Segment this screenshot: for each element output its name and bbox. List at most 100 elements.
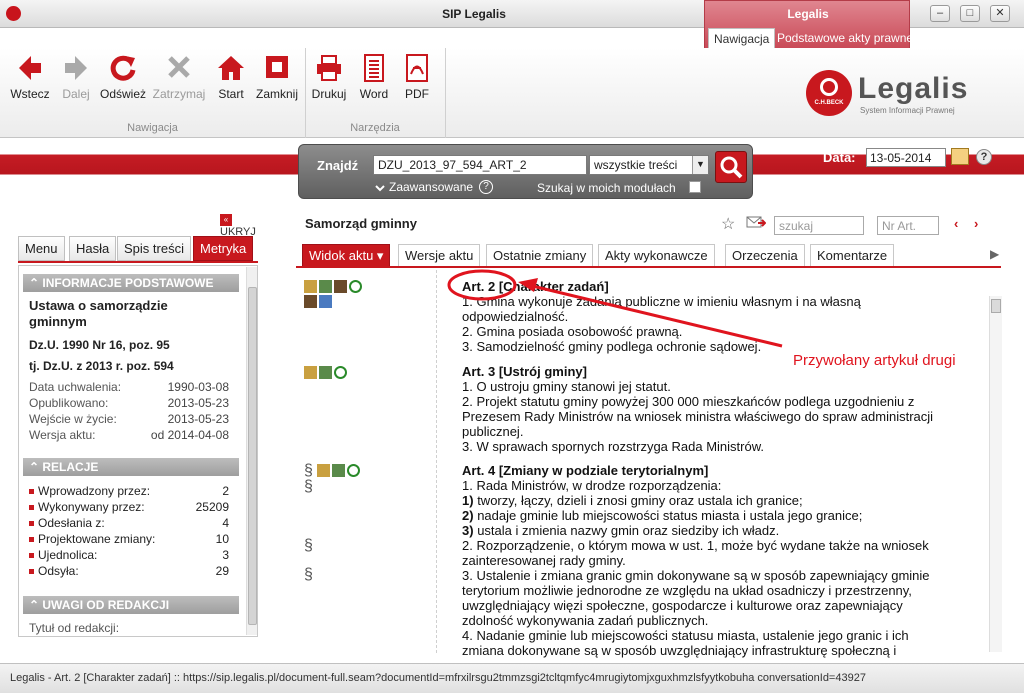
search-panel: Znajdź DZU_2013_97_594_ART_2 wszystkie t… — [298, 144, 753, 199]
ribbon-separator — [445, 48, 446, 138]
search-button[interactable] — [715, 151, 747, 183]
section-header-basic[interactable]: ⌃ INFORMACJE PODSTAWOWE — [23, 274, 239, 292]
forward-button[interactable]: Dalej — [56, 54, 96, 106]
start-button-label: Start — [218, 87, 244, 101]
relation-row[interactable]: Ujednolica: 3 — [29, 548, 229, 562]
tab-hasla[interactable]: Hasła — [69, 236, 117, 261]
close-button[interactable]: Zamknij — [256, 54, 298, 106]
stop-x-icon — [168, 56, 190, 78]
scrollbar-thumb[interactable] — [991, 299, 1001, 313]
start-button[interactable]: Start — [212, 54, 250, 106]
tab-menu[interactable]: Menu — [18, 236, 65, 261]
stop-button[interactable]: Zatrzymaj — [152, 54, 206, 106]
left-panel-scrollbar[interactable] — [246, 267, 257, 635]
effective-row: Wejście w życie: 2013-05-23 — [29, 412, 229, 426]
article-icons — [304, 365, 349, 380]
back-button[interactable]: Wstecz — [8, 54, 52, 106]
clock-icon[interactable] — [334, 366, 347, 380]
minimize-button[interactable]: – — [930, 5, 950, 22]
article-heading[interactable]: Art. 4 [Zmiany w podziale terytorialnym] — [462, 463, 982, 478]
tab-akty-wykonawcze[interactable]: Akty wykonawcze — [598, 244, 715, 267]
tab-ostatnie-zmiany[interactable]: Ostatnie zmiany — [486, 244, 594, 267]
books-icon[interactable] — [319, 366, 332, 380]
scales-icon[interactable] — [317, 464, 331, 478]
back-button-label: Wstecz — [10, 87, 50, 101]
date-input[interactable]: 13-05-2014 — [866, 148, 946, 167]
stamp-icon[interactable] — [334, 280, 347, 294]
section-header-relations[interactable]: ⌃ RELACJE — [23, 458, 239, 476]
tab-spis-tresci[interactable]: Spis treści — [117, 236, 191, 261]
forward-arrow-icon — [65, 56, 87, 80]
my-modules-label: Szukaj w moich modułach — [537, 181, 676, 195]
clock-icon[interactable] — [349, 280, 362, 294]
help-icon[interactable]: ? — [976, 149, 992, 165]
question-icon[interactable]: ? — [479, 180, 493, 194]
clock-icon[interactable] — [347, 464, 361, 478]
group-label-nawigacja: Nawigacja — [127, 122, 178, 134]
tab-metryka[interactable]: Metryka — [193, 236, 254, 261]
chevron-down-icon[interactable]: ▼ — [692, 156, 708, 174]
refresh-button[interactable]: Odśwież — [100, 54, 146, 106]
relation-label: Ujednolica: — [38, 548, 98, 562]
article-line: 3. Ustalenie i zmiana granic gmin dokony… — [462, 568, 930, 583]
scales-icon[interactable] — [304, 280, 317, 294]
date-adopted-label: Data uchwalenia: — [29, 380, 122, 394]
relation-label: Odsyła: — [38, 564, 79, 578]
print-button[interactable]: Drukuj — [310, 54, 348, 106]
paragraph-icon[interactable]: § — [304, 462, 313, 479]
effective-value: 2013-05-23 — [167, 412, 229, 426]
next-icon[interactable]: › — [974, 216, 978, 231]
search-input[interactable]: DZU_2013_97_594_ART_2 — [373, 155, 587, 175]
hide-panel-button[interactable]: «UKRYJ — [220, 214, 268, 238]
tab-orzeczenia[interactable]: Orzeczenia — [725, 244, 805, 267]
pdf-button[interactable]: PDF — [400, 54, 434, 106]
gavel-icon[interactable] — [304, 295, 317, 309]
star-icon[interactable]: ☆ — [721, 214, 735, 234]
ribbon-tab-podstawowe-akty[interactable]: Podstawowe akty prawne — [772, 28, 918, 48]
paragraph-icon[interactable]: § — [304, 537, 313, 555]
article-line: 3. W sprawach spornych rozstrzyga Rada M… — [462, 439, 764, 454]
article-point: 1) tworzy, łączy, dzieli i znosi gminy o… — [462, 493, 982, 508]
paragraph-icon[interactable]: § — [304, 478, 313, 496]
ribbon-tab-nawigacja[interactable]: Nawigacja — [708, 28, 776, 48]
advanced-search-link[interactable]: Zaawansowane — [389, 180, 473, 194]
books-icon[interactable] — [319, 280, 332, 294]
relation-row[interactable]: Odsyła: 29 — [29, 564, 229, 578]
maximize-button[interactable]: □ — [960, 5, 980, 22]
article-line: 4. Nadanie gminie lub miejscowości statu… — [462, 628, 909, 643]
relation-row[interactable]: Odesłania z: 4 — [29, 516, 229, 530]
relation-row[interactable]: Wykonywany przez: 25209 — [29, 500, 229, 514]
my-modules-checkbox[interactable] — [689, 181, 701, 193]
document-scrollbar[interactable] — [989, 296, 1002, 652]
mail-icon[interactable] — [746, 214, 767, 233]
effective-label: Wejście w życie: — [29, 412, 117, 426]
article-line: terytorium możliwie jednorodne ze względ… — [462, 583, 912, 598]
tab-komentarze[interactable]: Komentarze — [810, 244, 895, 267]
paragraph-icon[interactable]: § — [304, 566, 313, 584]
search-scope-select[interactable]: wszystkie treści — [589, 155, 709, 175]
more-tabs-icon[interactable]: ▶ — [990, 247, 999, 261]
status-bar: Legalis - Art. 2 [Charakter zadań] :: ht… — [0, 663, 1024, 693]
relation-count: 10 — [215, 532, 229, 546]
previous-icon[interactable]: ‹ — [954, 216, 958, 231]
calendar-icon[interactable] — [951, 148, 969, 165]
tab-wersje-aktu[interactable]: Wersje aktu — [398, 244, 481, 267]
back-arrow-icon — [19, 56, 41, 80]
books-icon[interactable] — [332, 464, 346, 478]
article-line: publicznej. — [462, 424, 524, 439]
date-adopted-row: Data uchwalenia: 1990-03-08 — [29, 380, 229, 394]
highlight-ellipse — [447, 269, 517, 301]
relation-row[interactable]: Wprowadzony przez: 2 — [29, 484, 229, 498]
relation-row[interactable]: Projektowane zmiany: 10 — [29, 532, 229, 546]
close-window-button[interactable]: ✕ — [990, 5, 1010, 22]
section-header-notes[interactable]: ⌃ UWAGI OD REDAKCJI — [23, 596, 239, 614]
scales-icon[interactable] — [304, 366, 317, 380]
article-number-input[interactable]: Nr Art. — [877, 216, 939, 235]
chevron-down-icon[interactable] — [375, 182, 385, 192]
pen-check-icon[interactable] — [319, 295, 332, 309]
scrollbar-thumb[interactable] — [248, 287, 257, 625]
word-button[interactable]: Word — [356, 54, 392, 106]
annotation-overlay — [447, 269, 783, 348]
document-search-input[interactable]: szukaj — [774, 216, 864, 235]
tab-widok-aktu[interactable]: Widok aktu ▾ — [302, 244, 391, 267]
